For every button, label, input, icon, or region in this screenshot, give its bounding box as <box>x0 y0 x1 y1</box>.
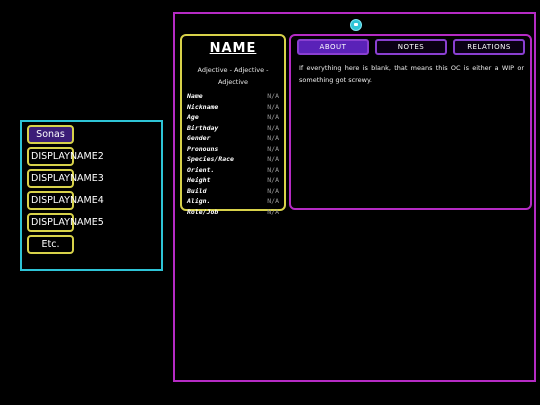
stat-row-age: Age N/A <box>187 112 279 123</box>
nav-item-sonas[interactable]: Sonas <box>27 125 74 144</box>
stat-row-nickname: Nickname N/A <box>187 102 279 113</box>
info-card: NAME Adjective - Adjective - Adjective N… <box>180 34 286 216</box>
chat-bubble-icon[interactable] <box>350 19 362 31</box>
stat-row-orientation: Orient. N/A <box>187 165 279 176</box>
stat-value: N/A <box>267 197 279 205</box>
about-text: If everything here is blank, that means … <box>299 64 524 84</box>
stat-row-name: Name N/A <box>187 91 279 102</box>
stat-label: Gender <box>187 134 211 142</box>
stat-row-alignment: Align. N/A <box>187 196 279 207</box>
profile-frame: NAME Adjective - Adjective - Adjective N… <box>173 12 536 382</box>
stat-row-pronouns: Pronouns N/A <box>187 144 279 155</box>
stat-label: Nickname <box>187 102 219 111</box>
tab-relations[interactable]: RELATIONS <box>453 39 525 55</box>
stat-row-species: Species/Race N/A <box>187 154 279 165</box>
nav-item-displayname4[interactable]: DISPLAYNAME4 <box>27 191 104 210</box>
stat-value: N/A <box>267 92 279 100</box>
stat-value: N/A <box>267 144 279 153</box>
character-name: NAME <box>209 41 257 56</box>
stat-label: Species/Race <box>187 155 234 163</box>
tab-bar: ABOUT NOTES RELATIONS <box>295 39 526 55</box>
stat-label: Pronouns <box>187 144 219 153</box>
stat-row-build: Build N/A <box>187 186 279 197</box>
tab-notes[interactable]: NOTES <box>375 39 447 55</box>
stat-label: Age <box>187 113 199 121</box>
stat-value: N/A <box>267 176 279 184</box>
character-nav-panel: Sonas DISPLAYNAME2 DISPLAYNAME3 DISPLAYN… <box>20 120 163 271</box>
stat-row-birthday: Birthday N/A <box>187 123 279 134</box>
stat-value: N/A <box>267 155 279 163</box>
stat-value: N/A <box>267 165 279 174</box>
stat-row-gender: Gender N/A <box>187 133 279 144</box>
nav-item-displayname3[interactable]: DISPLAYNAME3 <box>27 169 104 188</box>
nav-item-etc[interactable]: Etc. <box>27 235 74 254</box>
stat-label: Role/Job <box>187 207 219 216</box>
stat-label: Build <box>187 186 207 195</box>
stats-list: Name N/A Nickname N/A Age N/A Birthday N… <box>187 91 279 217</box>
stat-value: N/A <box>267 113 279 121</box>
nav-item-displayname2[interactable]: DISPLAYNAME2 <box>27 147 104 166</box>
character-adjectives: Adjective - Adjective - Adjective <box>197 66 269 86</box>
stat-label: Birthday <box>187 123 219 132</box>
nav-item-displayname5[interactable]: DISPLAYNAME5 <box>27 213 104 232</box>
stat-row-height: Height N/A <box>187 175 279 186</box>
stat-label: Orient. <box>187 165 215 174</box>
stat-value: N/A <box>267 207 279 216</box>
stat-value: N/A <box>267 186 279 195</box>
stat-row-role: Role/Job N/A <box>187 207 279 218</box>
stat-value: N/A <box>267 134 279 142</box>
tab-about[interactable]: ABOUT <box>297 39 369 55</box>
stat-label: Height <box>187 176 211 184</box>
stat-label: Name <box>187 92 203 100</box>
stat-value: N/A <box>267 123 279 132</box>
stat-label: Align. <box>187 197 211 205</box>
stat-value: N/A <box>267 102 279 111</box>
content-panel: ABOUT NOTES RELATIONS If everything here… <box>289 34 532 210</box>
